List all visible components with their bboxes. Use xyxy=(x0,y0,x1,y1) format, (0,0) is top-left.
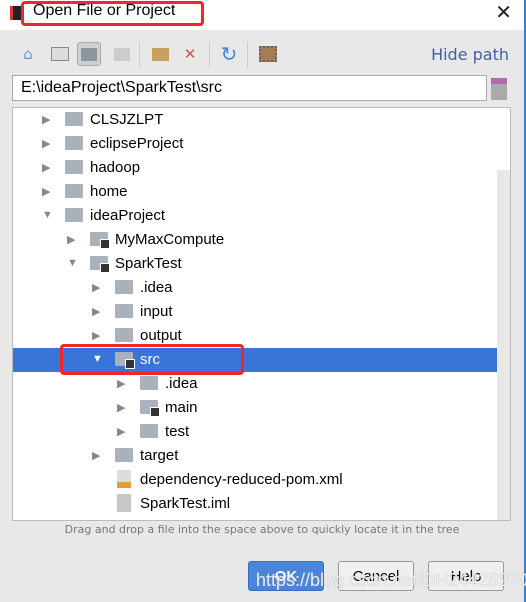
tree-row[interactable]: ▶ target xyxy=(13,444,498,468)
hint-text: Drag and drop a file into the space abov… xyxy=(64,523,460,536)
collapsed-arrow-icon[interactable]: ▶ xyxy=(42,137,50,150)
tree-row[interactable]: ▶ .idea xyxy=(13,372,498,396)
folder-icon xyxy=(65,112,83,126)
refresh-icon[interactable]: ↻ xyxy=(217,42,241,66)
module-folder-icon xyxy=(140,400,160,417)
collapsed-arrow-icon[interactable]: ▶ xyxy=(42,185,50,198)
tree-row[interactable]: ▶ test xyxy=(13,420,498,444)
show-hidden-icon[interactable] xyxy=(256,42,280,66)
tree-row-label: input xyxy=(140,303,173,320)
tree-row[interactable]: ▶ home xyxy=(13,180,498,204)
tree-row-label: CLSJZLPT xyxy=(90,111,164,128)
toolbar-separator xyxy=(247,42,248,68)
toolbar-separator xyxy=(209,42,210,68)
tree-row[interactable]: ▶ .idea xyxy=(13,276,498,300)
tree-row[interactable]: ▼ ideaProject xyxy=(13,204,498,228)
tree-row[interactable]: ▶ eclipseProject xyxy=(13,132,498,156)
folder-icon xyxy=(65,136,83,150)
tree-row[interactable]: ▶ hadoop xyxy=(13,156,498,180)
tree-row-label: .idea xyxy=(140,279,173,296)
tree-row-label: hadoop xyxy=(90,159,141,176)
file-icon xyxy=(117,494,131,512)
collapsed-arrow-icon[interactable]: ▶ xyxy=(92,305,100,318)
expanded-arrow-icon[interactable]: ▼ xyxy=(67,257,78,269)
tree-row[interactable]: ▶ MyMaxCompute xyxy=(13,228,498,252)
path-input[interactable]: E:\ideaProject\SparkTest\src xyxy=(12,75,487,101)
tree-row[interactable]: ▶ CLSJZLPT xyxy=(13,108,498,132)
tree-row-label: .idea xyxy=(165,375,198,392)
close-icon[interactable]: ✕ xyxy=(495,0,512,24)
tree-row-label: SparkTest.iml xyxy=(140,495,231,512)
tree-row[interactable]: ▶ main xyxy=(13,396,498,420)
module-folder-icon[interactable] xyxy=(110,42,134,66)
tree-row-label: ideaProject xyxy=(90,207,166,224)
watermark: https://blog.csdn.net/DH2442897094 xyxy=(256,570,526,590)
tree-row-label: MyMaxCompute xyxy=(115,231,225,248)
collapsed-arrow-icon[interactable]: ▶ xyxy=(92,329,100,342)
tree-row[interactable]: dependency-reduced-pom.xml xyxy=(13,468,498,492)
folder-icon xyxy=(140,376,158,390)
folder-icon xyxy=(65,184,83,198)
scrollbar[interactable] xyxy=(497,170,510,520)
annotation-box xyxy=(60,344,244,375)
collapsed-arrow-icon[interactable]: ▶ xyxy=(67,233,75,246)
collapsed-arrow-icon[interactable]: ▶ xyxy=(92,449,100,462)
annotation-box xyxy=(21,1,204,26)
collapsed-arrow-icon[interactable]: ▶ xyxy=(117,401,125,414)
folder-icon xyxy=(65,160,83,174)
collapsed-arrow-icon[interactable]: ▶ xyxy=(92,281,100,294)
tree-row[interactable]: SparkTest.iml xyxy=(13,492,498,516)
tree-row-label: target xyxy=(140,447,179,464)
path-download-icon[interactable] xyxy=(491,78,507,100)
tree-row-label: home xyxy=(90,183,128,200)
module-folder-icon xyxy=(90,232,110,249)
expanded-arrow-icon[interactable]: ▼ xyxy=(42,209,53,221)
desktop-icon[interactable] xyxy=(48,42,72,66)
tree-row-label: SparkTest xyxy=(115,255,182,272)
folder-icon xyxy=(140,424,158,438)
folder-icon xyxy=(115,448,133,462)
folder-icon xyxy=(115,304,133,318)
hide-path-link[interactable]: Hide path xyxy=(431,45,509,64)
folder-icon xyxy=(115,328,133,342)
tree-row[interactable]: ▶ input xyxy=(13,300,498,324)
new-folder-icon[interactable] xyxy=(148,42,172,66)
collapsed-arrow-icon[interactable]: ▶ xyxy=(42,161,50,174)
tree-row[interactable]: ▼ SparkTest xyxy=(13,252,498,276)
xml-file-icon xyxy=(117,470,131,488)
file-tree[interactable]: ▶ CLSJZLPT ▶ eclipseProject ▶ hadoop ▶ home ▼ ide… xyxy=(12,107,511,521)
project-folder-icon[interactable] xyxy=(77,42,101,66)
folder-icon xyxy=(115,280,133,294)
module-folder-icon xyxy=(90,256,110,273)
tree-row-label: dependency-reduced-pom.xml xyxy=(140,471,343,488)
folder-icon xyxy=(65,208,83,222)
delete-icon[interactable]: ✕ xyxy=(178,42,202,66)
tree-row-label: test xyxy=(165,423,190,440)
tree-row-label: output xyxy=(140,327,182,344)
collapsed-arrow-icon[interactable]: ▶ xyxy=(42,113,50,126)
toolbar-separator xyxy=(139,42,140,68)
collapsed-arrow-icon[interactable]: ▶ xyxy=(117,425,125,438)
tree-row-label: eclipseProject xyxy=(90,135,184,152)
home-icon[interactable]: ⌂ xyxy=(16,42,40,66)
tree-row-label: main xyxy=(165,399,198,416)
collapsed-arrow-icon[interactable]: ▶ xyxy=(117,377,125,390)
